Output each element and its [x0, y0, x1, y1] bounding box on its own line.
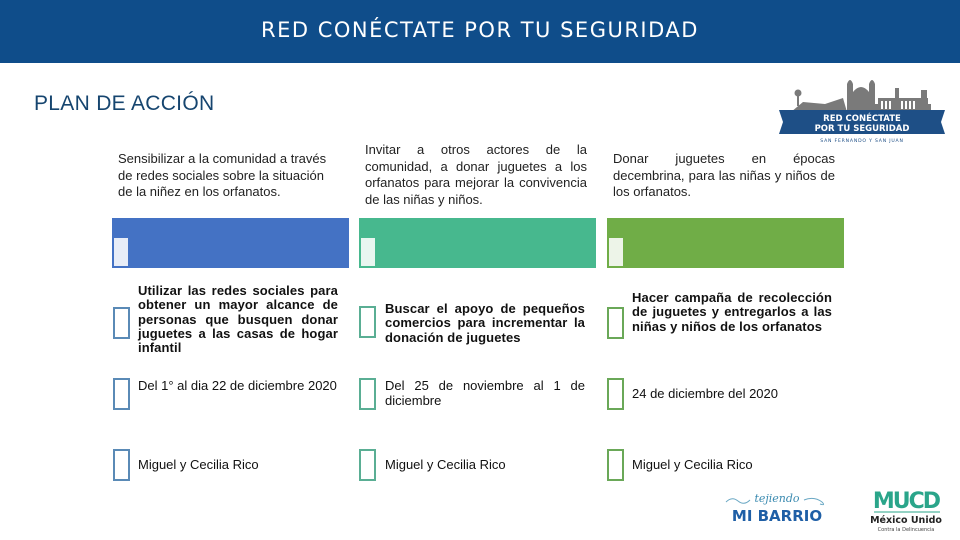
logo-line1: RED CONÉCTATE: [823, 112, 901, 124]
bar-tab: [114, 238, 128, 266]
dates-2: Del 25 de noviembre al 1 de diciembre: [385, 378, 585, 408]
header-title: RED CONÉCTATE POR TU SEGURIDAD: [261, 18, 699, 42]
column-2-bar: [359, 218, 596, 268]
dates-1: Del 1° al dia 22 de diciembre 2020: [138, 378, 337, 393]
objective-2: Invitar a otros actores de la comunidad,…: [365, 142, 587, 207]
tejiendo-text: tejiendo: [754, 492, 799, 505]
page-title: PLAN DE ACCIÓN: [34, 92, 215, 115]
responsible-2: Miguel y Cecilia Rico: [385, 457, 506, 472]
tejiendo-mi-barrio-logo: tejiendo MI BARRIO: [725, 492, 825, 525]
objective-3: Donar juguetes en épocas decembrina, par…: [613, 151, 835, 199]
header-bar: RED CONÉCTATE POR TU SEGURIDAD: [0, 0, 960, 63]
responsible-1: Miguel y Cecilia Rico: [138, 457, 259, 472]
red-conectate-logo: RED CONÉCTATE POR TU SEGURIDAD SAN FERNA…: [775, 72, 948, 146]
row-marker: [607, 307, 624, 339]
row-marker: [113, 378, 130, 410]
mucd-logo: MUCD México Unido Contra la Delincuencia: [870, 489, 943, 533]
action-3: Hacer campaña de recolección de juguetes…: [632, 290, 832, 334]
objective-1: Sensibilizar a la comunidad a través de …: [118, 151, 327, 199]
row-marker: [113, 449, 130, 481]
mucd-name: México Unido: [870, 515, 942, 526]
mucd-mark: MUCD: [873, 489, 941, 514]
row-marker: [359, 378, 376, 410]
action-2: Buscar el apoyo de pequeños comercios pa…: [385, 301, 585, 345]
row-marker: [607, 378, 624, 410]
logo-subtitle: SAN FERNANDO Y SAN JUAN: [820, 138, 903, 144]
responsible-3: Miguel y Cecilia Rico: [632, 457, 753, 472]
column-1-bar: [112, 218, 349, 268]
column-3-bar: [607, 218, 844, 268]
dates-3: 24 de diciembre del 2020: [632, 386, 778, 401]
row-marker: [359, 306, 376, 338]
bar-tab: [609, 238, 623, 266]
mi-barrio-text: MI BARRIO: [732, 507, 822, 525]
action-1: Utilizar las redes sociales para obtener…: [138, 283, 338, 356]
bar-tab: [361, 238, 375, 266]
row-marker: [607, 449, 624, 481]
row-marker: [359, 449, 376, 481]
row-marker: [113, 307, 130, 339]
logo-line2: POR TU SEGURIDAD: [815, 124, 910, 134]
mucd-tagline: Contra la Delincuencia: [878, 527, 935, 533]
